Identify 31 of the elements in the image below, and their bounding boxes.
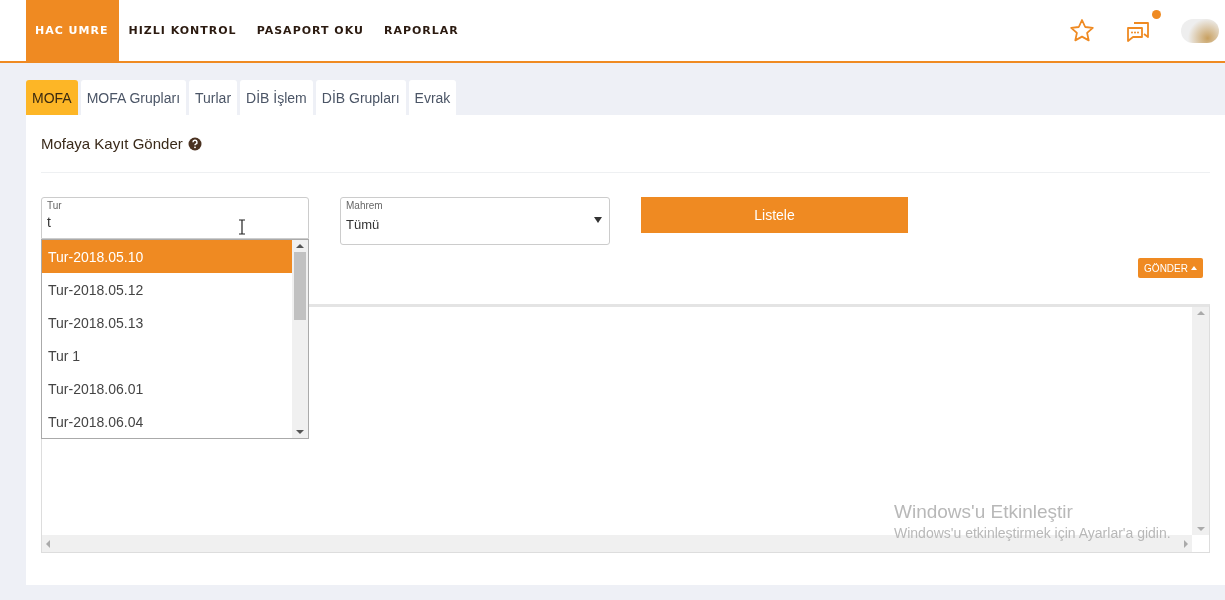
text-cursor-icon [238, 219, 246, 235]
caret-icon [1191, 266, 1197, 270]
dropdown-option[interactable]: Tur-2018.06.04 [42, 405, 292, 438]
field-label: Mahrem [346, 200, 383, 211]
mahrem-select[interactable]: Mahrem Tümü [340, 197, 610, 245]
dropdown-option[interactable]: Tur 1 [42, 339, 292, 372]
field-label: Tur [47, 200, 62, 211]
activation-title: Windows'u Etkinleştir [894, 501, 1074, 523]
nav-link[interactable]: RAPORLAR [374, 0, 470, 61]
tab[interactable]: DİB İşlem [240, 80, 313, 115]
section-title: Mofaya Kayıt Gönder [41, 135, 183, 152]
help-icon[interactable] [187, 136, 202, 151]
nav-link[interactable]: PASAPORT OKU [247, 0, 375, 61]
tab[interactable]: Turlar [189, 80, 238, 115]
field-value: Tümü [346, 217, 380, 232]
field-value: t [47, 214, 51, 230]
scrollbar[interactable] [1192, 307, 1209, 535]
tab[interactable]: MOFA [26, 80, 78, 115]
dropdown-option[interactable]: Tur-2018.06.01 [42, 372, 292, 405]
avatar-icon[interactable] [1181, 18, 1219, 43]
activation-text: Windows'u etkinleştirmek için Ayarlar'a gidin. [894, 525, 1171, 541]
tour-input-field[interactable]: Tur t [41, 197, 309, 239]
tab[interactable]: Evrak [408, 80, 457, 115]
tab[interactable]: MOFA Grupları [80, 80, 187, 115]
dropdown-option[interactable]: Tur-2018.05.13 [42, 306, 292, 339]
tab[interactable]: DİB Grupları [315, 80, 406, 115]
caret-icon [594, 217, 602, 223]
dropdown-option[interactable]: Tur-2018.05.12 [42, 273, 292, 306]
star-icon[interactable] [1069, 17, 1095, 44]
scrollbar[interactable] [292, 240, 308, 438]
nav-link[interactable]: HIZLI KONTROL [119, 0, 248, 61]
